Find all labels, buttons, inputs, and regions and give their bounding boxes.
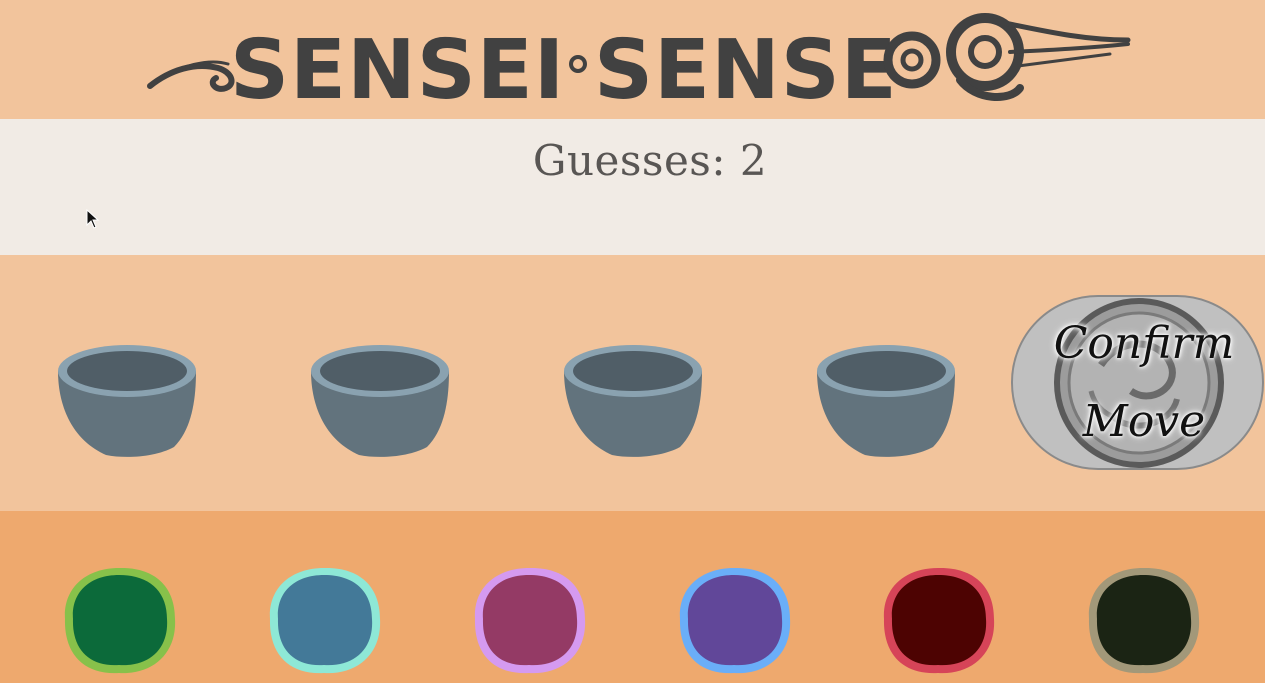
mouse-pointer-icon <box>86 209 100 229</box>
confirm-label-line1: Confirm <box>1053 317 1235 369</box>
guess-counter: Guesses: 2 <box>532 136 768 185</box>
blue-pebble[interactable] <box>266 565 384 677</box>
confirm-label-wrap: Confirm Move <box>1011 295 1265 471</box>
confirm-move-button[interactable]: Confirm Move <box>1011 295 1265 471</box>
pebble-tray <box>0 511 1265 683</box>
bowl-slot-3[interactable] <box>562 343 704 459</box>
confirm-label-line2: Move <box>1082 396 1206 447</box>
black-pebble[interactable] <box>1085 565 1203 677</box>
green-pebble[interactable] <box>61 565 179 677</box>
header: SENSEI SENSE <box>0 0 1265 119</box>
bowl-slot-1[interactable] <box>56 343 198 459</box>
right-cloud-ornament <box>883 13 1131 102</box>
purple-pebble[interactable] <box>676 565 794 677</box>
logo-separator-swirl <box>569 55 587 73</box>
bowl-slot-2[interactable] <box>309 343 451 459</box>
bowl-slot-4[interactable] <box>815 343 957 459</box>
logo-title-right: SENSE <box>594 23 898 118</box>
magenta-pebble[interactable] <box>471 565 589 677</box>
game-logo: SENSEI SENSE <box>147 13 1131 118</box>
logo-title-left: SENSEI <box>230 23 565 118</box>
game-screen: SENSEI SENSE Guesses: 2 Confirm Move <box>0 0 1265 683</box>
dark-red-pebble[interactable] <box>880 565 998 677</box>
